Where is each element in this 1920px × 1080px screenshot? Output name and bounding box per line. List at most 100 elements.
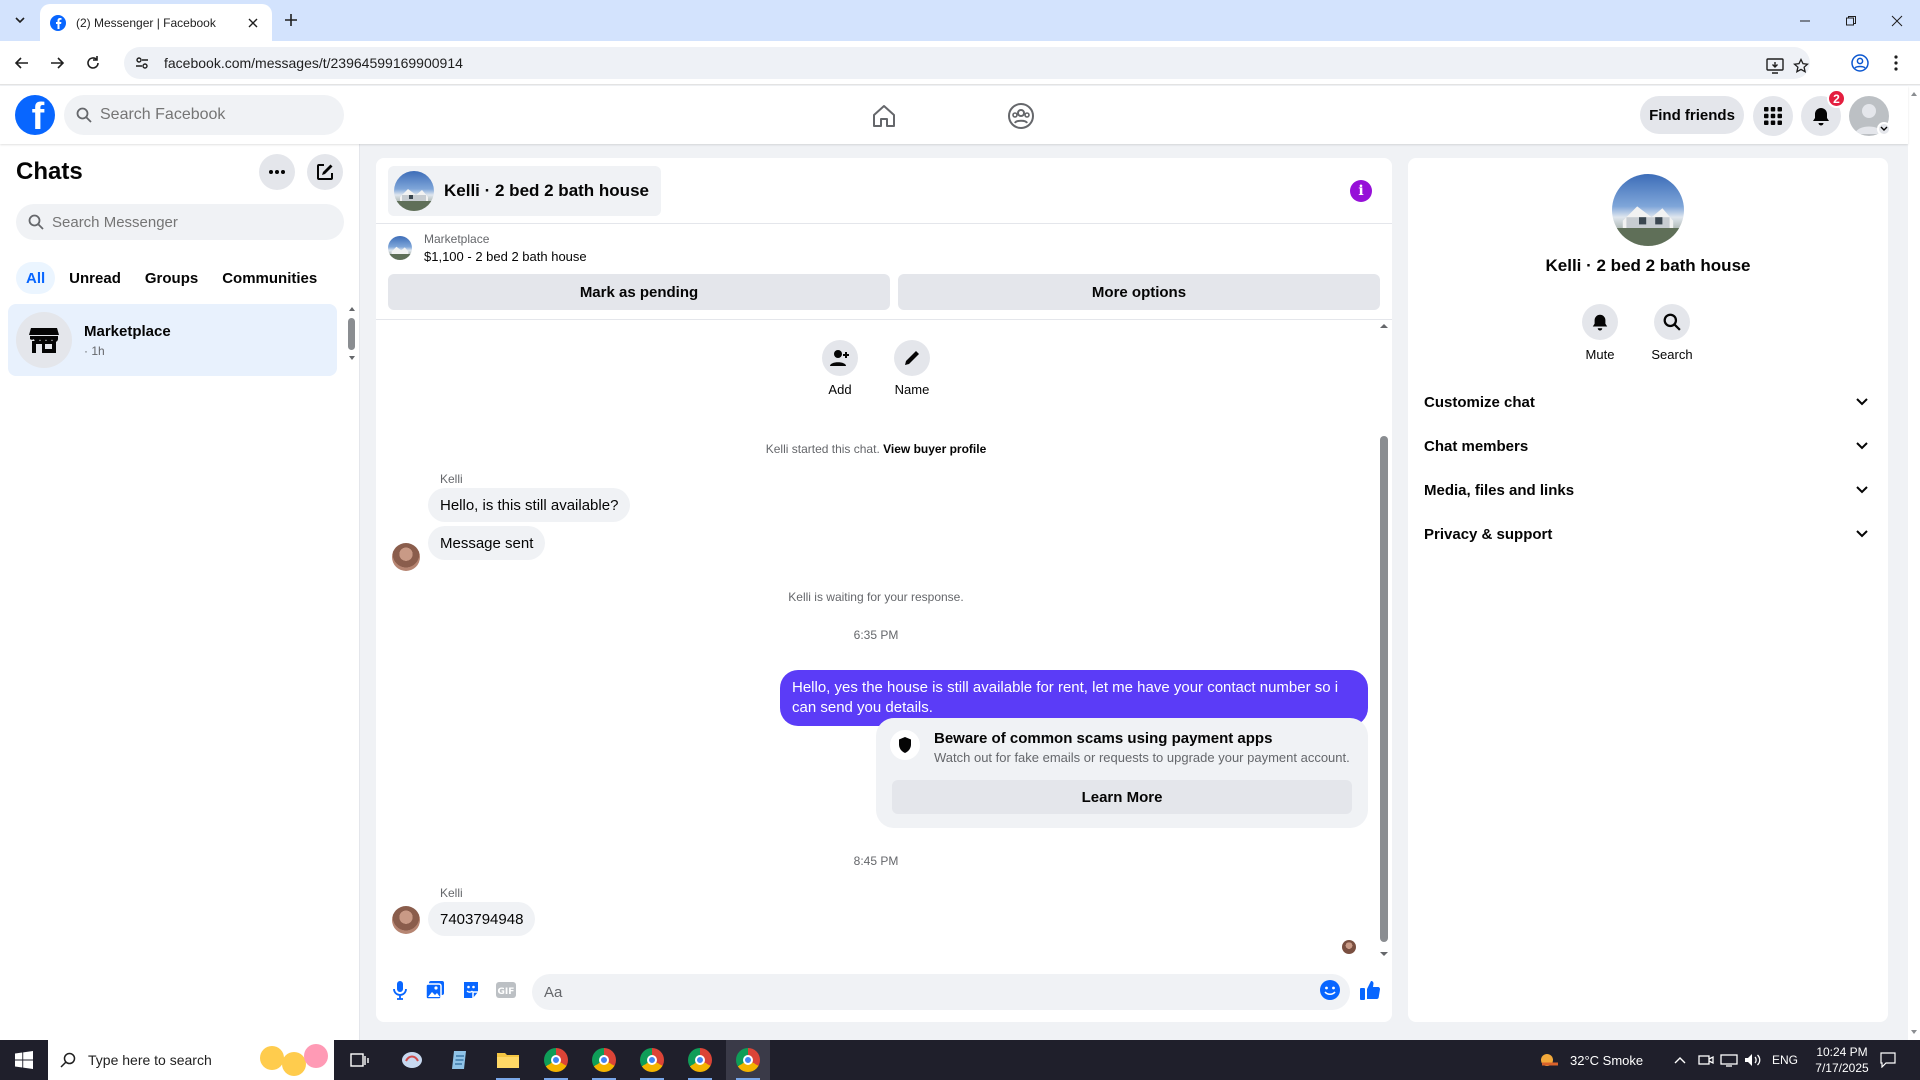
chat-members-section[interactable]: Chat members	[1416, 424, 1880, 468]
learn-more-button[interactable]: Learn More	[892, 780, 1352, 814]
listing-price-title[interactable]: $1,100 - 2 bed 2 bath house	[424, 249, 587, 264]
browser-menu-button[interactable]	[1882, 49, 1910, 77]
find-friends-button[interactable]: Find friends	[1640, 96, 1744, 134]
incoming-message-bubble[interactable]: Hello, is this still available?	[428, 488, 631, 522]
groups-nav-button[interactable]	[1005, 100, 1037, 132]
attach-photo-button[interactable]	[423, 978, 447, 1002]
clock[interactable]: 10:24 PM 7/17/2025	[1806, 1040, 1878, 1080]
account-menu-chevron[interactable]	[1877, 122, 1891, 136]
chat-list-item-marketplace[interactable]: Marketplace · 1h	[8, 304, 337, 376]
pencil-icon	[905, 351, 919, 365]
chevron-down-icon	[1856, 530, 1868, 538]
language-indicator[interactable]: ENG	[1772, 1040, 1798, 1080]
message-input[interactable]	[532, 974, 1350, 1010]
new-message-button[interactable]	[307, 154, 343, 190]
mark-as-pending-button[interactable]: Mark as pending	[388, 274, 890, 310]
messenger-search-box[interactable]	[16, 204, 344, 240]
gif-button[interactable]: GIF	[494, 978, 518, 1002]
sidebar-scroll-thumb[interactable]	[348, 318, 355, 350]
mute-button[interactable]	[1582, 304, 1618, 340]
address-bar[interactable]: facebook.com/messages/t/2396459916990091…	[124, 47, 1810, 79]
info-avatar[interactable]	[1612, 174, 1684, 246]
restore-button[interactable]	[1828, 0, 1874, 41]
tab-close-button[interactable]	[244, 14, 262, 32]
conversation-title-button[interactable]: Kelli · 2 bed 2 bath house	[388, 166, 661, 216]
url-text[interactable]: facebook.com/messages/t/2396459916990091…	[164, 55, 463, 71]
tab-unread[interactable]: Unread	[59, 262, 131, 294]
taskbar-app-chrome-1[interactable]	[534, 1040, 578, 1080]
taskbar-app-chrome-2[interactable]	[582, 1040, 626, 1080]
reload-button[interactable]	[79, 49, 107, 77]
facebook-search-input[interactable]	[100, 106, 320, 124]
taskbar-app-chrome-5[interactable]	[726, 1040, 770, 1080]
menu-grid-button[interactable]	[1753, 96, 1793, 136]
media-files-links-section[interactable]: Media, files and links	[1416, 468, 1880, 512]
conversation-info-button[interactable]: i	[1350, 180, 1372, 202]
view-buyer-profile-link[interactable]: View buyer profile	[883, 442, 986, 456]
more-options-button[interactable]: More options	[898, 274, 1380, 310]
network-icon[interactable]	[1720, 1040, 1738, 1080]
listing-thumbnail[interactable]	[388, 236, 412, 260]
search-in-conversation-button[interactable]	[1654, 304, 1690, 340]
site-settings-icon[interactable]	[134, 55, 150, 71]
messages-scrollbar[interactable]	[1378, 320, 1390, 960]
facebook-header: f Find friends 2	[0, 86, 1908, 144]
messenger-search-input[interactable]	[52, 213, 272, 231]
task-view-button[interactable]	[338, 1040, 382, 1080]
back-button[interactable]	[8, 49, 36, 77]
sender-avatar[interactable]	[392, 543, 420, 571]
weather-widget[interactable]: 32°C Smoke	[1538, 1040, 1643, 1080]
taskbar-app-notepad[interactable]	[438, 1040, 482, 1080]
start-button[interactable]	[0, 1040, 48, 1080]
incoming-message-bubble[interactable]: 7403794948	[428, 902, 536, 936]
volume-icon[interactable]	[1744, 1040, 1762, 1080]
chat-options-button[interactable]	[259, 154, 295, 190]
notifications-center-button[interactable]	[1876, 1040, 1900, 1080]
bookmark-star-icon[interactable]	[1790, 55, 1812, 77]
forward-button[interactable]	[43, 49, 71, 77]
incoming-message-bubble[interactable]: Message sent	[428, 526, 546, 560]
taskbar-app-file-explorer[interactable]	[486, 1040, 530, 1080]
tab-all[interactable]: All	[16, 262, 56, 294]
bell-icon	[1592, 314, 1608, 331]
tab-communities[interactable]: Communities	[212, 262, 327, 294]
customize-chat-section[interactable]: Customize chat	[1416, 380, 1880, 424]
name-action[interactable]: Name	[882, 340, 942, 397]
show-hidden-icons-button[interactable]	[1674, 1040, 1686, 1080]
taskbar-search-box[interactable]: Type here to search	[48, 1040, 334, 1080]
window-close-button[interactable]	[1874, 0, 1920, 41]
restore-icon	[1846, 15, 1856, 25]
tab-search-button[interactable]	[7, 7, 33, 33]
taskbar-app-chrome-4[interactable]	[678, 1040, 722, 1080]
browser-tab-active[interactable]: (2) Messenger | Facebook	[40, 4, 272, 41]
page-scrollbar[interactable]	[1908, 86, 1920, 1040]
facebook-logo-icon[interactable]: f	[15, 95, 55, 135]
emoji-button[interactable]	[1318, 978, 1342, 1002]
taskbar-app-chrome-3[interactable]	[630, 1040, 674, 1080]
sticker-button[interactable]	[459, 978, 483, 1002]
profile-button[interactable]	[1846, 49, 1874, 77]
mute-action[interactable]: Mute	[1570, 304, 1630, 362]
chat-time: · 1h	[84, 343, 105, 358]
taskbar-app-shell[interactable]	[390, 1040, 434, 1080]
name-button[interactable]	[894, 340, 930, 376]
chevron-up-icon	[1674, 1057, 1686, 1064]
home-nav-button[interactable]	[868, 100, 900, 132]
close-icon	[248, 18, 258, 27]
add-person-action[interactable]: Add	[810, 340, 870, 397]
sidebar-scrollbar[interactable]	[348, 304, 356, 364]
messages-scroll-thumb[interactable]	[1380, 436, 1388, 942]
new-tab-button[interactable]	[278, 7, 304, 33]
install-app-icon[interactable]	[1764, 55, 1786, 77]
search-in-conversation-action[interactable]: Search	[1642, 304, 1702, 362]
add-person-button[interactable]	[822, 340, 858, 376]
meet-now-icon[interactable]	[1698, 1040, 1714, 1080]
minimize-button[interactable]	[1782, 0, 1828, 41]
voice-clip-button[interactable]	[388, 978, 412, 1002]
send-like-button[interactable]	[1358, 978, 1382, 1002]
sender-avatar[interactable]	[392, 906, 420, 934]
scam-warning-body: Watch out for fake emails or requests to…	[934, 750, 1350, 765]
tab-groups[interactable]: Groups	[135, 262, 208, 294]
facebook-search-box[interactable]	[64, 95, 344, 135]
privacy-support-section[interactable]: Privacy & support	[1416, 512, 1880, 556]
